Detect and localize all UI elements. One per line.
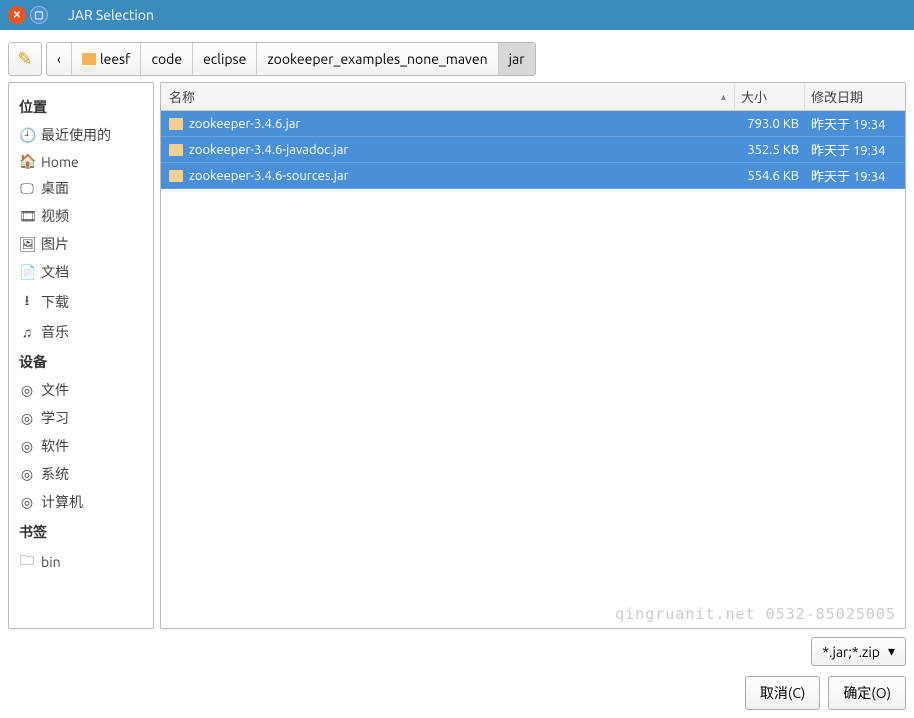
breadcrumb: ‹ leesf code eclipse zookeeper_examples_… <box>46 42 536 76</box>
disk-icon: ◎ <box>19 410 35 427</box>
disk-icon: ◎ <box>19 466 35 483</box>
sidebar-header-devices: 设备 <box>13 346 149 376</box>
pencil-icon: ✎ <box>17 49 32 70</box>
sort-asc-icon: ▴ <box>721 91 734 103</box>
sidebar-item-label: 音乐 <box>41 322 69 342</box>
table-row[interactable]: zookeeper-3.4.6.jar 793.0 KB 昨天于 19:34 <box>161 111 905 137</box>
file-type-filter[interactable]: *.jar;*.zip ▾ <box>811 637 906 666</box>
file-name: zookeeper-3.4.6.jar <box>189 117 300 131</box>
folder-icon: 🗀 <box>19 550 35 574</box>
watermark: qingruanit.net 0532-85025005 <box>615 605 896 623</box>
file-size: 793.0 KB <box>735 117 805 131</box>
file-icon <box>169 170 183 182</box>
file-date: 昨天于 19:34 <box>805 114 905 133</box>
download-icon: ⭳ <box>19 290 35 314</box>
crumb-label: leesf <box>100 51 131 67</box>
sidebar-item-bin[interactable]: 🗀 bin <box>13 546 149 578</box>
edit-path-button[interactable]: ✎ <box>8 42 42 76</box>
file-icon <box>169 118 183 130</box>
sidebar-item-computer[interactable]: ◎ 计算机 <box>13 488 149 516</box>
list-header: 名称 ▴ 大小 修改日期 <box>161 83 905 111</box>
home-icon: 🏠 <box>19 153 35 170</box>
sidebar-header-bookmarks: 书签 <box>13 516 149 546</box>
sidebar: 位置 🕘最近使用的 🏠Home 🖵桌面 🎞视频 🖼图片 📄文档 ⭳下载 ♫音乐 … <box>8 82 154 629</box>
column-size[interactable]: 大小 <box>735 83 805 110</box>
sidebar-item-label: 软件 <box>41 436 69 456</box>
sidebar-item-disk-study[interactable]: ◎ 学习 <box>13 404 149 432</box>
bottom-bar: qingruanit.net 0532-85025005 *.jar;*.zip… <box>8 629 906 710</box>
sidebar-item-video[interactable]: 🎞 视频 <box>13 202 149 230</box>
dialog-content: ✎ ‹ leesf code eclipse zookeeper_example… <box>0 30 914 718</box>
sidebar-item-label: Home <box>41 154 79 170</box>
sidebar-item-label: 图片 <box>41 234 69 254</box>
sidebar-item-downloads[interactable]: ⭳ 下载 <box>13 286 149 318</box>
list-body: zookeeper-3.4.6.jar 793.0 KB 昨天于 19:34 z… <box>161 111 905 628</box>
filter-label: *.jar;*.zip <box>822 644 880 660</box>
sidebar-item-home[interactable]: 🏠 Home <box>13 149 149 174</box>
chevron-down-icon: ▾ <box>888 643 895 660</box>
ok-button[interactable]: 确定(O) <box>828 676 906 710</box>
music-icon: ♫ <box>19 324 35 340</box>
breadcrumb-item-3[interactable]: zookeeper_examples_none_maven <box>257 43 498 75</box>
breadcrumb-back[interactable]: ‹ <box>47 43 72 75</box>
file-icon <box>169 144 183 156</box>
file-name: zookeeper-3.4.6-sources.jar <box>189 169 349 183</box>
disk-icon: ◎ <box>19 494 35 511</box>
sidebar-item-label: bin <box>41 554 61 570</box>
cancel-button[interactable]: 取消(C) <box>745 676 820 710</box>
sidebar-item-music[interactable]: ♫ 音乐 <box>13 318 149 346</box>
titlebar: ✕ ▢ JAR Selection <box>0 0 914 30</box>
sidebar-item-label: 文件 <box>41 380 69 400</box>
sidebar-item-label: 系统 <box>41 464 69 484</box>
breadcrumb-item-1[interactable]: code <box>141 43 193 75</box>
window-title: JAR Selection <box>68 7 154 23</box>
film-icon: 🎞 <box>19 208 35 225</box>
sidebar-item-disk-software[interactable]: ◎ 软件 <box>13 432 149 460</box>
sidebar-item-disk-file[interactable]: ◎ 文件 <box>13 376 149 404</box>
table-row[interactable]: zookeeper-3.4.6-sources.jar 554.6 KB 昨天于… <box>161 163 905 189</box>
column-name[interactable]: 名称 ▴ <box>161 83 735 110</box>
main-row: 位置 🕘最近使用的 🏠Home 🖵桌面 🎞视频 🖼图片 📄文档 ⭳下载 ♫音乐 … <box>8 82 906 629</box>
file-name: zookeeper-3.4.6-javadoc.jar <box>189 143 348 157</box>
file-date: 昨天于 19:34 <box>805 140 905 159</box>
disk-icon: ◎ <box>19 438 35 455</box>
sidebar-item-desktop[interactable]: 🖵 桌面 <box>13 174 149 202</box>
sidebar-item-label: 下载 <box>41 292 69 312</box>
sidebar-item-label: 桌面 <box>41 178 69 198</box>
sidebar-item-label: 最近使用的 <box>41 125 111 145</box>
minimize-icon[interactable]: ▢ <box>30 6 48 24</box>
disk-icon: ◎ <box>19 382 35 399</box>
image-icon: 🖼 <box>19 236 35 253</box>
sidebar-item-label: 文档 <box>41 262 69 282</box>
breadcrumb-item-0[interactable]: leesf <box>72 43 142 75</box>
window-controls: ✕ ▢ <box>8 6 48 24</box>
breadcrumb-item-4[interactable]: jar <box>499 43 535 75</box>
file-list: 名称 ▴ 大小 修改日期 zookeeper-3.4.6.jar 793.0 KB… <box>160 82 906 629</box>
close-icon[interactable]: ✕ <box>8 6 26 24</box>
file-size: 352.5 KB <box>735 143 805 157</box>
sidebar-header-places: 位置 <box>13 91 149 121</box>
sidebar-item-pictures[interactable]: 🖼 图片 <box>13 230 149 258</box>
dialog-buttons: 取消(C) 确定(O) <box>745 676 906 710</box>
column-label: 名称 <box>169 87 195 106</box>
breadcrumb-item-2[interactable]: eclipse <box>193 43 257 75</box>
sidebar-item-disk-system[interactable]: ◎ 系统 <box>13 460 149 488</box>
sidebar-item-label: 计算机 <box>41 492 83 512</box>
column-date[interactable]: 修改日期 <box>805 83 905 110</box>
file-size: 554.6 KB <box>735 169 805 183</box>
clock-icon: 🕘 <box>19 127 35 144</box>
sidebar-item-recent[interactable]: 🕘 最近使用的 <box>13 121 149 149</box>
table-row[interactable]: zookeeper-3.4.6-javadoc.jar 352.5 KB 昨天于… <box>161 137 905 163</box>
sidebar-item-documents[interactable]: 📄 文档 <box>13 258 149 286</box>
desktop-icon: 🖵 <box>19 180 35 197</box>
sidebar-item-label: 视频 <box>41 206 69 226</box>
file-date: 昨天于 19:34 <box>805 166 905 185</box>
toolbar: ✎ ‹ leesf code eclipse zookeeper_example… <box>8 42 906 76</box>
document-icon: 📄 <box>19 264 35 281</box>
sidebar-item-label: 学习 <box>41 408 69 428</box>
folder-icon <box>82 53 96 65</box>
